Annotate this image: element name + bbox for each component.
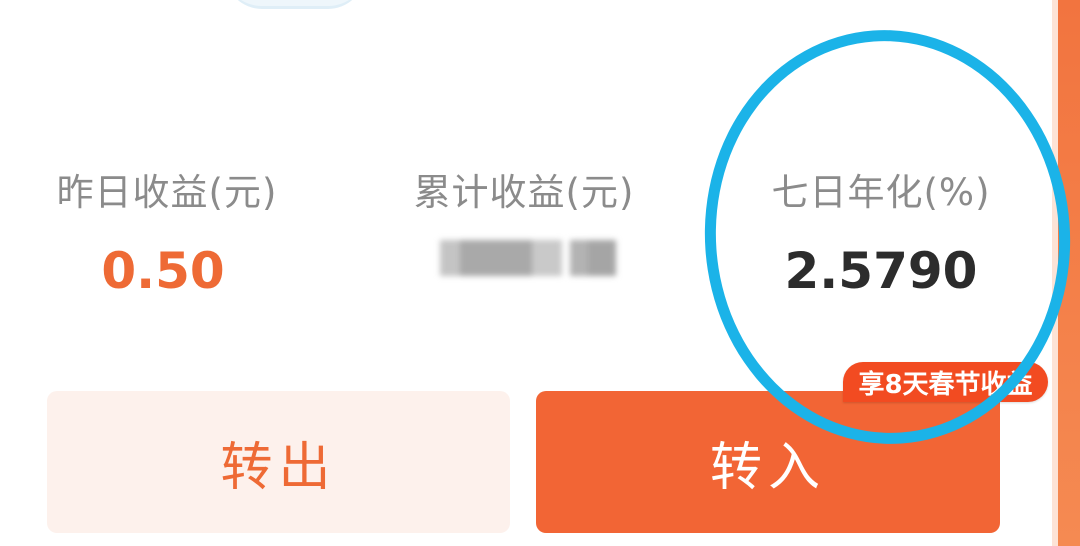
header-illustration [225,0,365,9]
transfer-out-button[interactable]: 转出 [47,391,510,533]
fund-earnings-panel: 昨日收益(元) 0.50 累计收益(元) 七日年化(%) 2.5790 转出 转… [0,0,1080,546]
total-earnings: 累计收益(元) [408,162,640,286]
right-edge-bar [1058,0,1080,546]
seven-day-apr-label: 七日年化(%) [771,171,991,214]
transfer-in-button[interactable]: 转入 [536,391,1000,533]
total-earnings-label: 累计收益(元) [413,171,635,214]
yesterday-earnings-value: 0.50 [101,242,225,300]
yesterday-earnings-label: 昨日收益(元) [56,171,278,214]
yesterday-earnings: 昨日收益(元) 0.50 [52,162,282,300]
spring-festival-promo-badge: 享8天春节收益 [843,362,1048,402]
seven-day-apr-value: 2.5790 [784,242,978,300]
seven-day-apr: 七日年化(%) 2.5790 [770,162,992,300]
total-earnings-value-masked [426,230,622,286]
